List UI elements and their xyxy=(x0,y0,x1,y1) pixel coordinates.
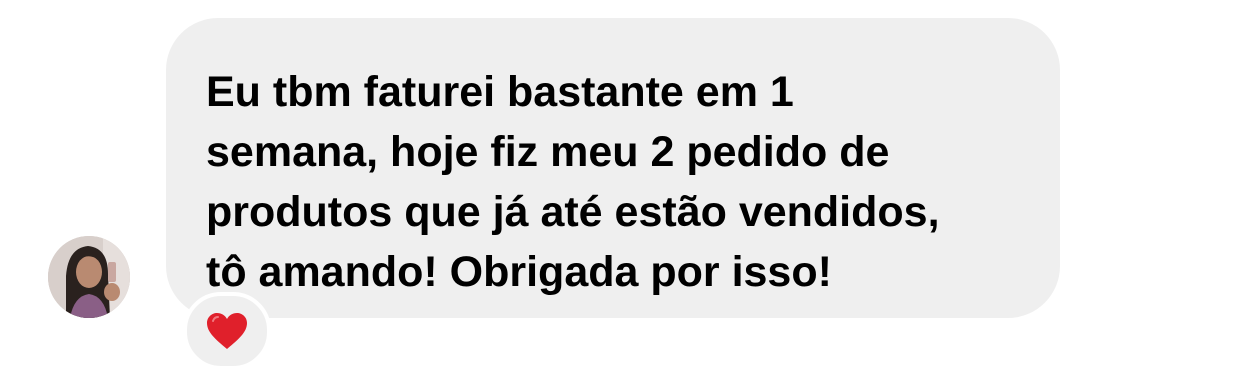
profile-photo-icon xyxy=(48,236,130,318)
message-line: Eu tbm faturei bastante em 1 xyxy=(206,68,794,116)
chat-thread: Eu tbm faturei bastante em 1 semana, hoj… xyxy=(0,0,1242,391)
sender-avatar[interactable] xyxy=(48,236,130,318)
message-line: tô amando! Obrigada por isso! xyxy=(206,248,832,296)
red-heart-icon xyxy=(207,313,247,349)
heart-reaction[interactable] xyxy=(183,292,271,370)
message-line: semana, hoje fiz meu 2 pedido de xyxy=(206,128,890,176)
message-bubble[interactable]: Eu tbm faturei bastante em 1 semana, hoj… xyxy=(166,18,1060,318)
message-text: Eu tbm faturei bastante em 1 semana, hoj… xyxy=(206,62,1020,302)
message-line: produtos que já até estão vendidos, xyxy=(206,188,940,236)
